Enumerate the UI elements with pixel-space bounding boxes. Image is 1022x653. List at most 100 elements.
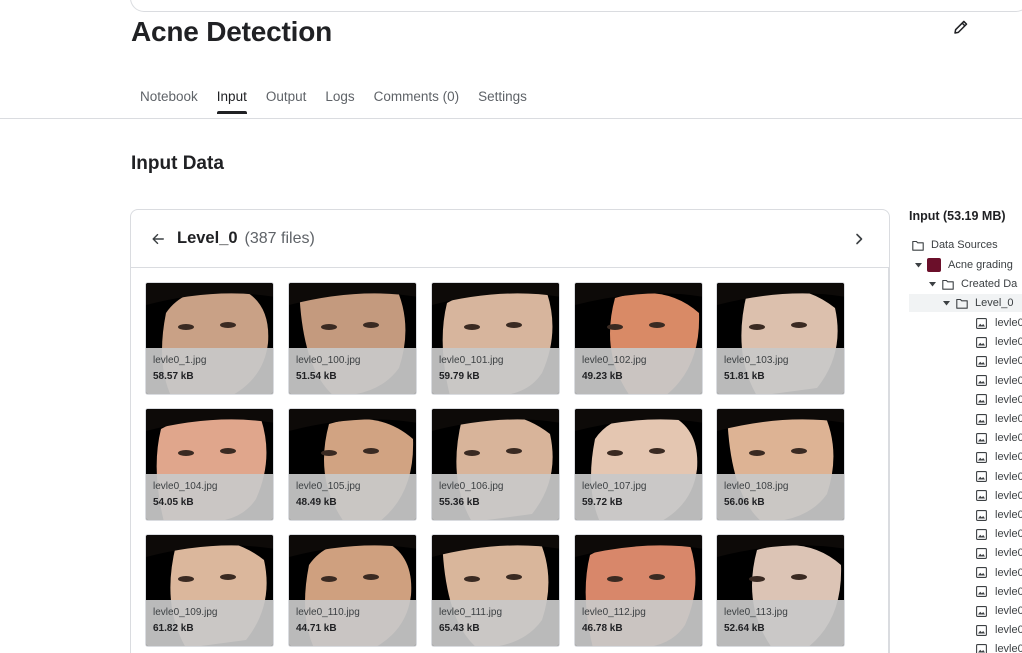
tab-logs[interactable]: Logs — [325, 89, 354, 114]
input-panel-title: Input (53.19 MB) — [909, 209, 1006, 223]
tree-file[interactable]: levle0 — [975, 372, 1022, 390]
image-file-icon — [975, 317, 988, 330]
file-name: levle0_113.jpg — [724, 607, 788, 618]
file-thumbnail[interactable]: levle0_110.jpg 44.71 kB — [288, 534, 417, 647]
file-size: 54.05 kB — [153, 497, 194, 508]
image-file-icon — [975, 413, 988, 426]
tree-file[interactable]: levle0 — [975, 448, 1022, 466]
file-name: levle0_108.jpg — [724, 481, 789, 492]
file-name: levle0_103.jpg — [724, 355, 789, 366]
file-size: 61.82 kB — [153, 623, 194, 634]
arrow-left-icon — [152, 233, 164, 244]
file-thumbnail[interactable]: levle0_1.jpg 58.57 kB — [145, 282, 274, 395]
file-name: levle0_101.jpg — [439, 355, 504, 366]
tree-label: levle0 — [995, 624, 1022, 637]
caret-down-icon[interactable] — [914, 261, 922, 269]
file-thumbnail[interactable]: levle0_103.jpg 51.81 kB — [716, 282, 845, 395]
file-browser-header: Level_0 (387 files) — [131, 210, 889, 268]
tree-file[interactable]: levle0 — [975, 525, 1022, 543]
file-thumbnail[interactable]: levle0_104.jpg 54.05 kB — [145, 408, 274, 521]
file-thumbnail[interactable]: levle0_112.jpg 46.78 kB — [574, 534, 703, 647]
file-name: levle0_102.jpg — [582, 355, 647, 366]
tree-label: levle0 — [995, 374, 1022, 387]
edit-button[interactable] — [950, 16, 972, 38]
tree-file[interactable]: levle0 — [975, 564, 1022, 582]
caret-down-icon[interactable] — [928, 280, 936, 288]
tree-label: levle0 — [995, 509, 1022, 521]
folder-icon — [941, 278, 954, 291]
image-file-icon — [975, 489, 988, 502]
tree-label: levle0 — [995, 432, 1022, 445]
file-info: levle0_109.jpg 61.82 kB — [146, 600, 273, 646]
file-size: 52.64 kB — [724, 623, 765, 634]
tree-level-folder[interactable]: Level_0 — [909, 294, 1022, 312]
file-name: levle0_107.jpg — [582, 481, 647, 492]
tab-settings[interactable]: Settings — [478, 89, 527, 114]
tree-file[interactable]: levle0 — [975, 487, 1022, 505]
tab-bar: Notebook Input Output Logs Comments (0) Setti… — [140, 89, 546, 114]
next-button[interactable] — [851, 231, 867, 247]
file-name: levle0_106.jpg — [439, 481, 504, 492]
file-thumbnail[interactable]: levle0_108.jpg 56.06 kB — [716, 408, 845, 521]
tree-label: levle0 — [995, 355, 1022, 368]
tab-notebook[interactable]: Notebook — [140, 89, 198, 114]
pencil-icon — [954, 20, 968, 34]
file-info: levle0_107.jpg 59.72 kB — [575, 474, 702, 520]
tree-label: levle0 — [995, 585, 1022, 598]
file-thumbnail[interactable]: levle0_100.jpg 51.54 kB — [288, 282, 417, 395]
tree-data-sources[interactable]: Data Sources — [911, 236, 998, 254]
tree-created-folder[interactable]: Created Da — [928, 275, 1017, 293]
tree-label: levle0 — [995, 393, 1022, 406]
image-file-icon — [975, 624, 988, 637]
tab-comments[interactable]: Comments (0) — [374, 89, 460, 114]
tree-label: Data Sources — [931, 239, 998, 251]
tree-file[interactable]: levle0 — [975, 602, 1022, 620]
image-file-icon — [975, 355, 988, 368]
file-thumbnail[interactable]: levle0_111.jpg 65.43 kB — [431, 534, 560, 647]
tree-file[interactable]: levle0 — [975, 333, 1022, 351]
tree-file[interactable]: levle0 — [975, 391, 1022, 409]
tree-dataset[interactable]: Acne grading — [914, 256, 1013, 274]
section-title: Input Data — [131, 153, 224, 174]
file-size: 59.79 kB — [439, 371, 480, 382]
back-button[interactable] — [151, 231, 167, 247]
file-name: levle0_100.jpg — [296, 355, 361, 366]
file-thumbnail[interactable]: levle0_107.jpg 59.72 kB — [574, 408, 703, 521]
image-file-icon — [975, 643, 988, 653]
file-thumbnail[interactable]: levle0_109.jpg 61.82 kB — [145, 534, 274, 647]
file-thumbnail[interactable]: levle0_102.jpg 49.23 kB — [574, 282, 703, 395]
tree-file[interactable]: levle0 — [975, 640, 1022, 653]
caret-down-icon[interactable] — [942, 299, 950, 307]
file-thumbnail[interactable]: levle0_101.jpg 59.79 kB — [431, 282, 560, 395]
tree-file[interactable]: levle0 — [975, 583, 1022, 601]
file-info: levle0_110.jpg 44.71 kB — [289, 600, 416, 646]
file-name: levle0_111.jpg — [439, 607, 503, 618]
tree-file[interactable]: levle0 — [975, 410, 1022, 428]
file-name: levle0_112.jpg — [582, 607, 646, 618]
image-file-icon — [975, 528, 988, 541]
tree-file[interactable]: levle0 — [975, 506, 1022, 524]
tree-label: levle0 — [995, 643, 1022, 653]
tree-label: levle0 — [995, 528, 1022, 541]
tree-label: levle0 — [995, 566, 1022, 579]
tree-file[interactable]: levle0 — [975, 468, 1022, 486]
tree-file[interactable]: levle0 — [975, 352, 1022, 370]
file-info: levle0_106.jpg 55.36 kB — [432, 474, 559, 520]
file-info: levle0_1.jpg 58.57 kB — [146, 348, 273, 394]
folder-icon — [955, 297, 968, 310]
tree-file[interactable]: levle0 — [975, 544, 1022, 562]
image-file-icon — [975, 470, 988, 483]
file-name: levle0_109.jpg — [153, 607, 218, 618]
tree-file[interactable]: levle0 — [975, 314, 1022, 332]
tree-label: levle0 — [995, 605, 1022, 617]
file-thumbnail[interactable]: levle0_113.jpg 52.64 kB — [716, 534, 845, 647]
tab-input[interactable]: Input — [216, 89, 247, 114]
file-thumbnail[interactable]: levle0_105.jpg 48.49 kB — [288, 408, 417, 521]
file-size: 46.78 kB — [582, 623, 623, 634]
tab-output[interactable]: Output — [266, 89, 307, 114]
tree-file[interactable]: levle0 — [975, 621, 1022, 639]
thumbnail-grid: levle0_1.jpg 58.57 kB levle0_100.jpg 51.54 … — [131, 268, 889, 653]
file-size: 56.06 kB — [724, 497, 765, 508]
file-thumbnail[interactable]: levle0_106.jpg 55.36 kB — [431, 408, 560, 521]
tree-file[interactable]: levle0 — [975, 429, 1022, 447]
